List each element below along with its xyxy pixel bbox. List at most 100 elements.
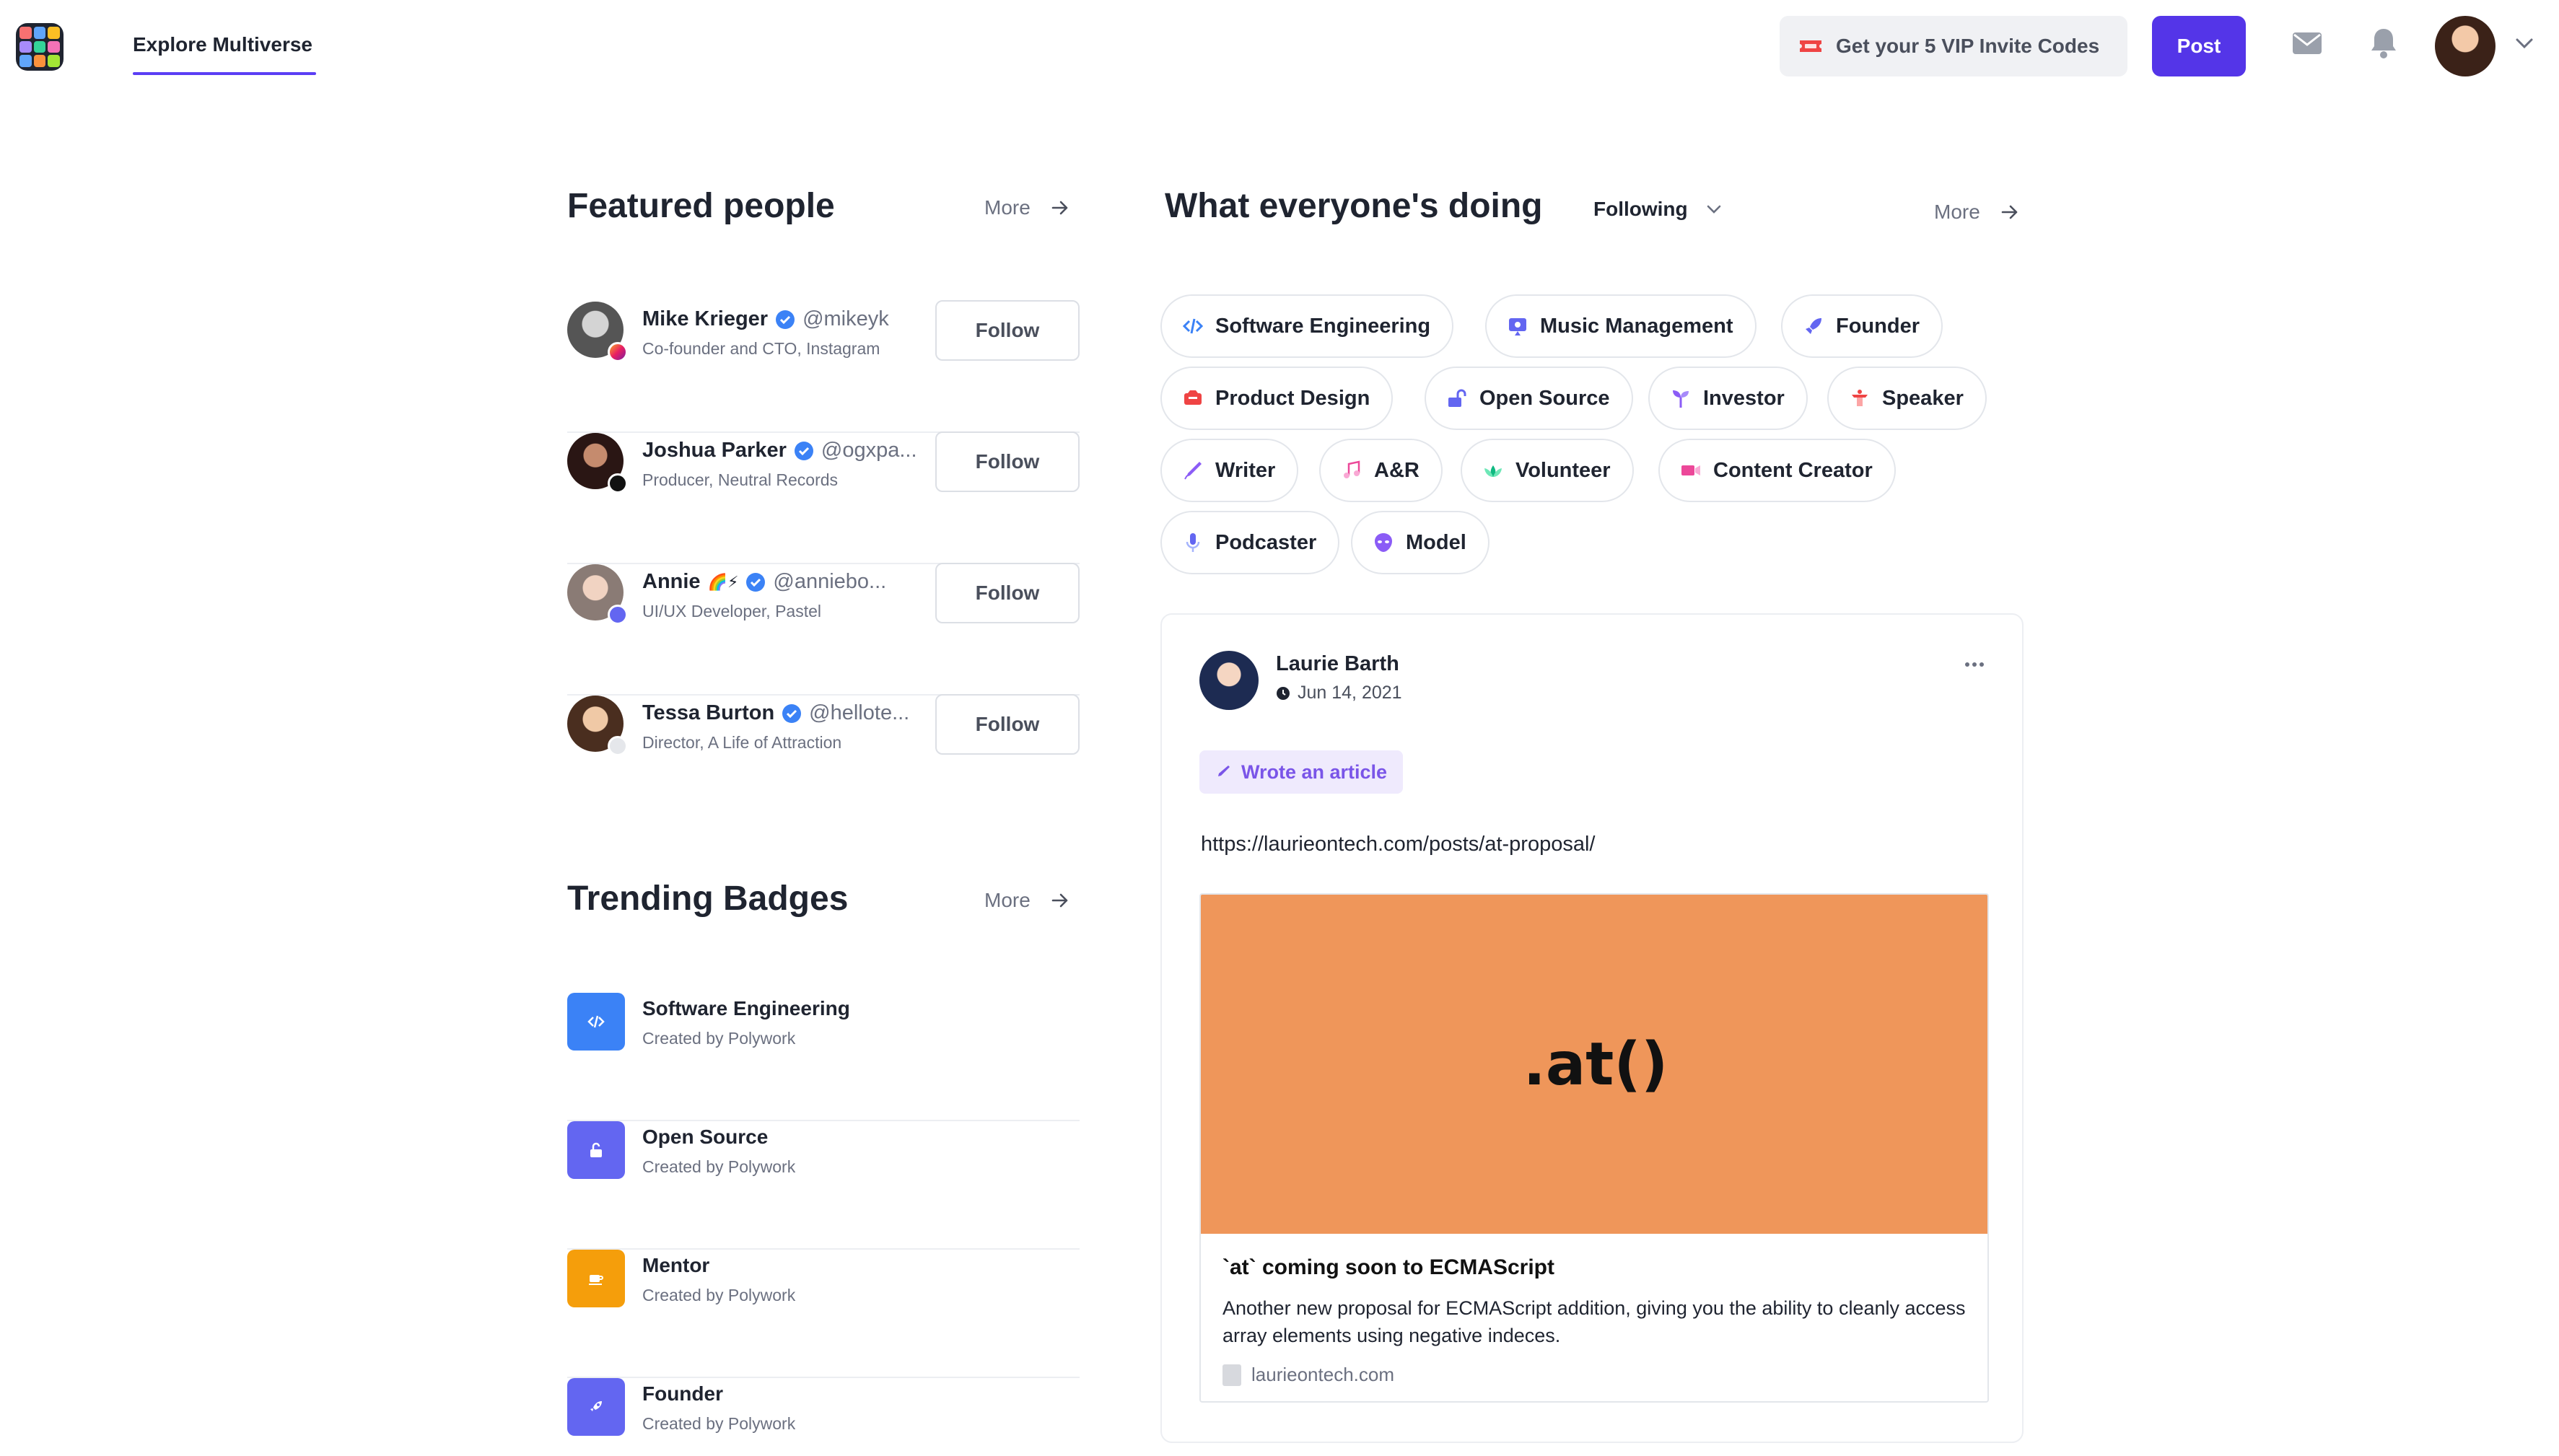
unlock-icon: [1448, 389, 1466, 407]
activity-label: Wrote an article: [1241, 760, 1388, 783]
featured-people-title: Featured people: [567, 187, 835, 225]
chip-label: Founder: [1836, 314, 1920, 338]
chip-software-engineering[interactable]: Software Engineering: [1160, 294, 1454, 358]
unlock-icon: [590, 1142, 602, 1157]
featured-more-link[interactable]: More: [984, 196, 1069, 219]
clock-icon: [1277, 686, 1290, 700]
badge-square: [567, 1250, 625, 1307]
site-label: laurieontech.com: [1251, 1364, 1394, 1385]
activity-more-link[interactable]: More: [1934, 201, 2019, 224]
badge-name: Mentor: [642, 1254, 710, 1276]
featured-person-row: Joshua Parker @ogxpa... Producer, Neutra…: [567, 431, 1080, 564]
person-subtitle: Director, A Life of Attraction: [642, 733, 842, 752]
person-name[interactable]: Annie: [642, 570, 701, 594]
chip-label: Podcaster: [1215, 530, 1317, 554]
link-preview-card[interactable]: .at() `at` coming soon to ECMAScript Ano…: [1199, 893, 1989, 1403]
podium-icon: [1852, 390, 1868, 406]
arrow-right-icon: [2001, 205, 2018, 219]
trending-badge-row[interactable]: Founder Created by Polywork: [567, 1378, 1080, 1456]
mail-icon[interactable]: [2292, 32, 2322, 55]
author-name[interactable]: Laurie Barth: [1276, 652, 1399, 676]
chip-open-source[interactable]: Open Source: [1425, 367, 1633, 430]
chip-label: Speaker: [1882, 386, 1964, 410]
chip-founder[interactable]: Founder: [1781, 294, 1943, 358]
code-icon: [587, 1015, 605, 1028]
chip-podcaster[interactable]: Podcaster: [1160, 511, 1340, 574]
follow-button[interactable]: Follow: [935, 563, 1080, 623]
activity-type-badge[interactable]: Wrote an article: [1199, 750, 1404, 794]
chevron-down-icon[interactable]: [2514, 36, 2534, 51]
chip-label: Product Design: [1215, 386, 1370, 410]
filter-label: Following: [1593, 198, 1688, 220]
follow-button[interactable]: Follow: [935, 694, 1080, 755]
vip-invite-button[interactable]: Get your 5 VIP Invite Codes: [1780, 16, 2127, 76]
rocket-icon: [1806, 318, 1821, 334]
chip-volunteer[interactable]: Volunteer: [1461, 439, 1634, 502]
person-name[interactable]: Joshua Parker: [642, 439, 787, 462]
post-link-url[interactable]: https://laurieontech.com/posts/at-propos…: [1201, 833, 1595, 856]
trending-badges-title: Trending Badges: [567, 880, 849, 918]
bell-icon[interactable]: [2370, 27, 2397, 59]
verified-icon: [782, 703, 802, 723]
record-label-icon: [608, 473, 628, 494]
person-name[interactable]: Mike Krieger: [642, 307, 768, 331]
follow-button[interactable]: Follow: [935, 431, 1080, 492]
more-label: More: [1934, 201, 1980, 223]
chevron-down-icon: [1707, 205, 1720, 214]
person-subtitle: Producer, Neutral Records: [642, 470, 839, 489]
microphone-icon: [1186, 533, 1200, 552]
polywork-logo[interactable]: [16, 23, 64, 71]
user-avatar[interactable]: [2435, 16, 2495, 76]
trending-badge-row[interactable]: Open Source Created by Polywork: [567, 1121, 1080, 1250]
preview-description: Another new proposal for ECMAScript addi…: [1222, 1297, 1966, 1346]
author-avatar[interactable]: [1199, 651, 1259, 710]
more-options-icon[interactable]: [1964, 661, 1985, 668]
chip-music-management[interactable]: Music Management: [1485, 294, 1757, 358]
more-label: More: [984, 196, 1031, 219]
verified-icon: [746, 572, 766, 592]
person-handle: @hellote...: [809, 701, 910, 724]
emoji-rainbow-bolt: 🌈⚡: [707, 572, 739, 591]
video-icon: [1681, 465, 1700, 475]
top-bar: Explore Multiverse Get your 5 VIP Invite…: [0, 0, 2559, 92]
music-note-icon: [1344, 460, 1360, 478]
more-label: More: [984, 889, 1031, 911]
tab-explore-multiverse[interactable]: Explore Multiverse: [133, 33, 312, 56]
person-subtitle: Co-founder and CTO, Instagram: [642, 339, 880, 358]
verified-icon: [794, 441, 813, 460]
verified-icon: [776, 310, 795, 329]
trending-badge-row[interactable]: Software Engineering Created by Polywork: [567, 993, 1080, 1121]
chip-model[interactable]: Model: [1351, 511, 1490, 574]
arrow-right-icon: [1051, 201, 1068, 215]
chip-investor[interactable]: Investor: [1648, 367, 1808, 430]
follow-button[interactable]: Follow: [935, 300, 1080, 361]
featured-person-row: Mike Krieger @mikeyk Co-founder and CTO,…: [567, 300, 1080, 433]
chip-content-creator[interactable]: Content Creator: [1658, 439, 1896, 502]
vip-button-label: Get your 5 VIP Invite Codes: [1836, 35, 2100, 57]
chip-label: Software Engineering: [1215, 314, 1431, 338]
post-button[interactable]: Post: [2152, 16, 2246, 76]
chip-label: Content Creator: [1713, 458, 1873, 482]
trending-badge-row[interactable]: Mentor Created by Polywork: [567, 1250, 1080, 1378]
chip-a-and-r[interactable]: A&R: [1319, 439, 1443, 502]
chip-writer[interactable]: Writer: [1160, 439, 1299, 502]
person-handle: @ogxpa...: [821, 439, 917, 462]
badge-name: Software Engineering: [642, 997, 850, 1019]
person-subtitle: UI/UX Developer, Pastel: [642, 602, 822, 620]
rocket-icon: [590, 1401, 602, 1411]
trending-more-link[interactable]: More: [984, 889, 1069, 912]
badge-creator: Created by Polywork: [642, 1286, 796, 1304]
chip-label: A&R: [1374, 458, 1420, 482]
badge-square: [567, 993, 625, 1051]
pastel-icon: [608, 605, 628, 625]
chip-speaker[interactable]: Speaker: [1827, 367, 1987, 430]
chip-product-design[interactable]: Product Design: [1160, 367, 1394, 430]
chip-label: Writer: [1215, 458, 1276, 482]
following-filter-dropdown[interactable]: Following: [1593, 198, 1723, 221]
person-name[interactable]: Tessa Burton: [642, 701, 774, 725]
post-date: Jun 14, 2021: [1276, 683, 1402, 703]
badge-square: [567, 1378, 625, 1436]
featured-person-row: Annie 🌈⚡ @anniebo... UI/UX Developer, Pa…: [567, 563, 1080, 696]
date-label: Jun 14, 2021: [1298, 683, 1402, 703]
coffee-icon: [589, 1275, 603, 1285]
